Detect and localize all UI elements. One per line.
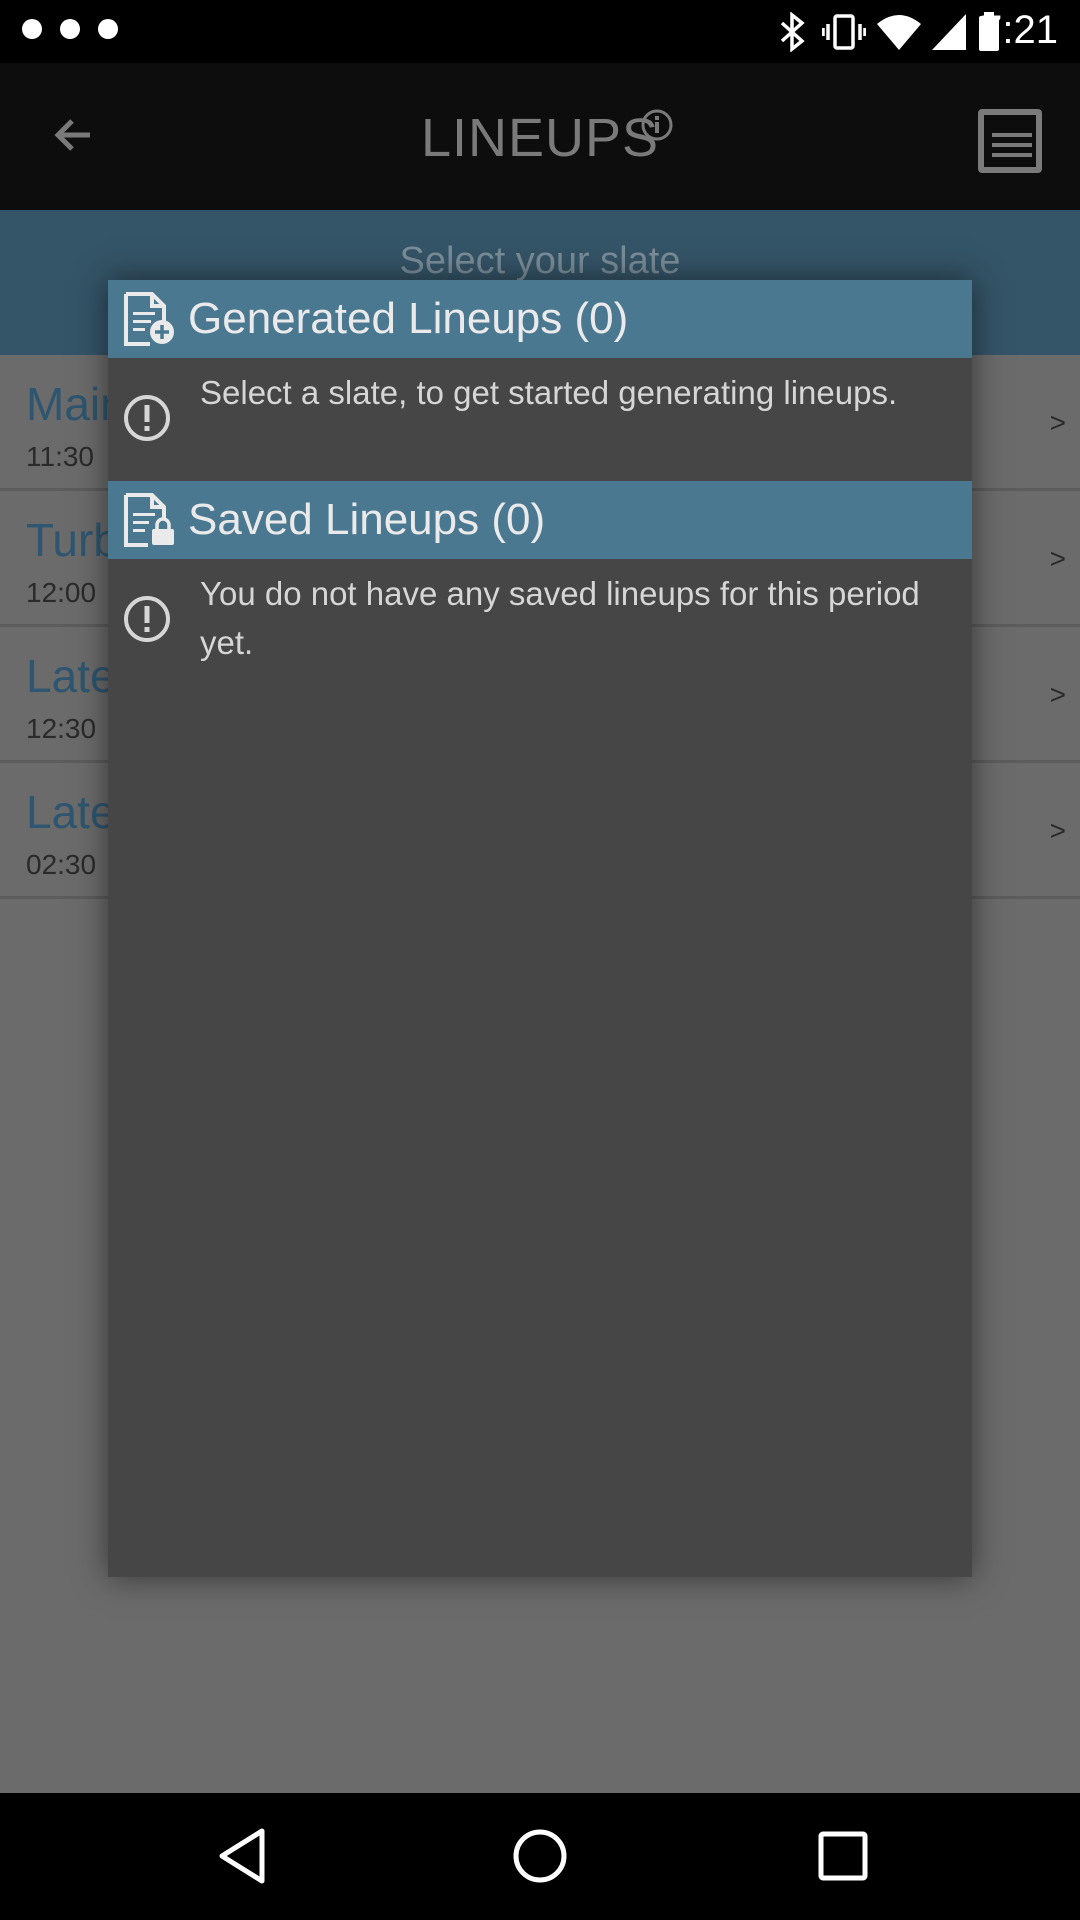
info-icon[interactable] bbox=[640, 108, 674, 142]
slate-name: Late bbox=[26, 650, 116, 702]
saved-lineups-header[interactable]: Saved Lineups (0) bbox=[108, 481, 972, 559]
generated-lineups-message: Select a slate, to get started generatin… bbox=[200, 374, 898, 411]
generated-lineups-header[interactable]: Generated Lineups (0) bbox=[108, 280, 972, 358]
slate-time: 12:00 bbox=[26, 577, 97, 608]
notification-dot-icon bbox=[22, 19, 42, 39]
recents-square-icon[interactable] bbox=[808, 1821, 878, 1891]
home-circle-icon[interactable] bbox=[505, 1821, 575, 1891]
signal-icon bbox=[932, 14, 966, 50]
slate-time: 12:30 bbox=[26, 713, 97, 744]
page-title: LINEUPS bbox=[420, 108, 660, 168]
chevron-right-icon: > bbox=[1049, 815, 1066, 846]
notification-dot-icon bbox=[60, 19, 80, 39]
document-add-icon bbox=[124, 292, 174, 346]
chevron-right-icon: > bbox=[1049, 543, 1066, 574]
saved-lineups-title: Saved Lineups (0) bbox=[188, 495, 546, 544]
slate-name: Late bbox=[26, 786, 116, 838]
bluetooth-icon bbox=[780, 12, 805, 52]
status-time: 7:21 bbox=[980, 8, 1058, 52]
saved-lineups-message-row: You do not have any saved lineups for th… bbox=[108, 559, 972, 679]
vibrate-icon bbox=[822, 14, 866, 50]
generated-lineups-message-row: Select a slate, to get started generatin… bbox=[108, 358, 972, 478]
back-triangle-icon[interactable] bbox=[210, 1821, 280, 1891]
chevron-right-icon: > bbox=[1049, 407, 1066, 438]
notification-dot-icon bbox=[98, 19, 118, 39]
wifi-icon bbox=[877, 15, 921, 50]
chevron-right-icon: > bbox=[1049, 679, 1066, 710]
slate-name: Turb bbox=[26, 514, 119, 566]
list-document-icon[interactable] bbox=[974, 105, 1046, 177]
document-lock-icon bbox=[124, 493, 174, 547]
saved-lineups-message: You do not have any saved lineups for th… bbox=[200, 575, 920, 661]
lineups-dialog: Generated Lineups (0) Select a slate, to… bbox=[108, 280, 972, 1577]
select-slate-label: Select your slate bbox=[399, 240, 681, 282]
alert-circle-icon bbox=[124, 596, 170, 642]
alert-circle-icon bbox=[124, 395, 170, 441]
slate-time: 02:30 bbox=[26, 849, 97, 880]
slate-time: 11:30 bbox=[26, 441, 94, 472]
app-bar: LINEUPS bbox=[0, 63, 1080, 210]
generated-lineups-title: Generated Lineups (0) bbox=[188, 294, 629, 343]
status-bar: 7:21 bbox=[0, 0, 1080, 63]
system-nav-bar bbox=[0, 1793, 1080, 1920]
